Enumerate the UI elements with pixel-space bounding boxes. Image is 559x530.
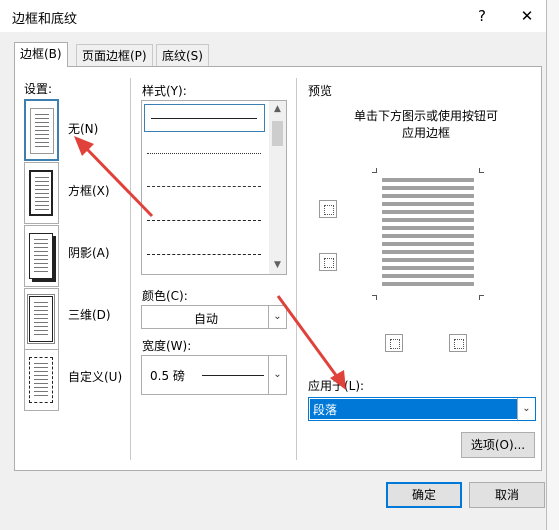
arrow-head-icon bbox=[330, 370, 346, 390]
tab-borders[interactable]: 边框(B) bbox=[14, 42, 68, 67]
annotation-arrows bbox=[74, 136, 346, 390]
annotation-arrow-none bbox=[82, 144, 154, 218]
annotation-arrow-apply-to bbox=[276, 295, 340, 379]
